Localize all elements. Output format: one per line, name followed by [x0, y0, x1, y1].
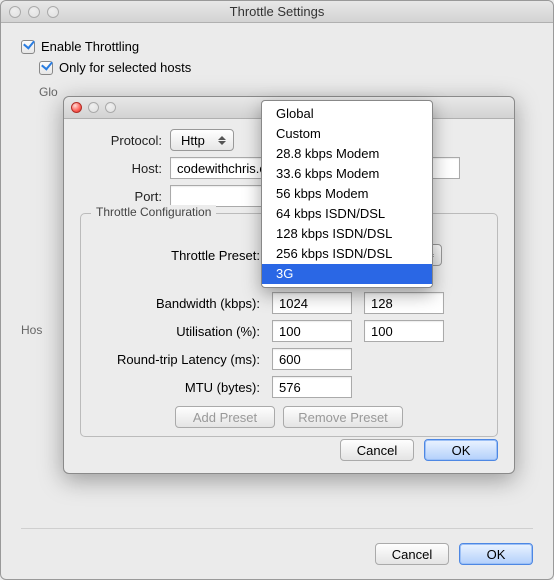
preset-menu-item[interactable]: 28.8 kbps Modem	[262, 144, 432, 164]
dialog-close-icon[interactable]	[71, 102, 82, 113]
preset-label: Throttle Preset:	[89, 248, 264, 263]
throttle-config-legend: Throttle Configuration	[91, 205, 216, 219]
rtt-label: Round-trip Latency (ms):	[89, 352, 264, 367]
enable-throttling-checkbox[interactable]	[21, 40, 35, 54]
chevron-updown-icon	[214, 133, 229, 148]
port-label: Port:	[80, 189, 170, 204]
throttle-preset-menu[interactable]: GlobalCustom28.8 kbps Modem33.6 kbps Mod…	[261, 100, 433, 288]
minimize-icon[interactable]	[28, 6, 40, 18]
preset-menu-item[interactable]: 64 kbps ISDN/DSL	[262, 204, 432, 224]
utilisation-label: Utilisation (%):	[89, 324, 264, 339]
preset-menu-item[interactable]: Global	[262, 104, 432, 124]
dialog-footer: Cancel OK	[340, 439, 498, 461]
bandwidth-download-input[interactable]	[272, 292, 352, 314]
traffic-lights	[9, 6, 59, 18]
only-selected-label: Only for selected hosts	[59, 60, 191, 75]
dialog-cancel-button[interactable]: Cancel	[340, 439, 414, 461]
dialog-zoom-icon	[105, 102, 116, 113]
protocol-value: Http	[181, 133, 205, 148]
utilisation-upload-input[interactable]	[364, 320, 444, 342]
mtu-input[interactable]	[272, 376, 352, 398]
protocol-select[interactable]: Http	[170, 129, 234, 151]
only-selected-checkbox[interactable]	[39, 61, 53, 75]
preset-menu-item[interactable]: Custom	[262, 124, 432, 144]
main-ok-button[interactable]: OK	[459, 543, 533, 565]
enable-throttling-row: Enable Throttling	[21, 39, 533, 54]
main-cancel-button[interactable]: Cancel	[375, 543, 449, 565]
dialog-traffic-lights	[71, 102, 116, 113]
divider	[21, 528, 533, 529]
host-label: Host:	[80, 161, 170, 176]
rtt-input[interactable]	[272, 348, 352, 370]
preset-menu-item[interactable]: 256 kbps ISDN/DSL	[262, 244, 432, 264]
close-icon[interactable]	[9, 6, 21, 18]
protocol-label: Protocol:	[80, 133, 170, 148]
preset-menu-item[interactable]: 33.6 kbps Modem	[262, 164, 432, 184]
add-preset-button[interactable]: Add Preset	[175, 406, 275, 428]
main-dialog-buttons: Cancel OK	[375, 543, 533, 565]
main-window-title: Throttle Settings	[1, 4, 553, 19]
hosts-group-hint: Hos	[21, 323, 42, 337]
utilisation-download-input[interactable]	[272, 320, 352, 342]
bandwidth-label: Bandwidth (kbps):	[89, 296, 264, 311]
remove-preset-button[interactable]: Remove Preset	[283, 406, 403, 428]
preset-menu-item[interactable]: 56 kbps Modem	[262, 184, 432, 204]
bandwidth-upload-input[interactable]	[364, 292, 444, 314]
zoom-icon[interactable]	[47, 6, 59, 18]
dialog-ok-button[interactable]: OK	[424, 439, 498, 461]
only-selected-row: Only for selected hosts	[39, 60, 533, 75]
preset-menu-item[interactable]: 128 kbps ISDN/DSL	[262, 224, 432, 244]
dialog-minimize-icon	[88, 102, 99, 113]
mtu-label: MTU (bytes):	[89, 380, 264, 395]
enable-throttling-label: Enable Throttling	[41, 39, 139, 54]
main-window-titlebar: Throttle Settings	[1, 1, 553, 23]
preset-menu-item[interactable]: 3G	[262, 264, 432, 284]
